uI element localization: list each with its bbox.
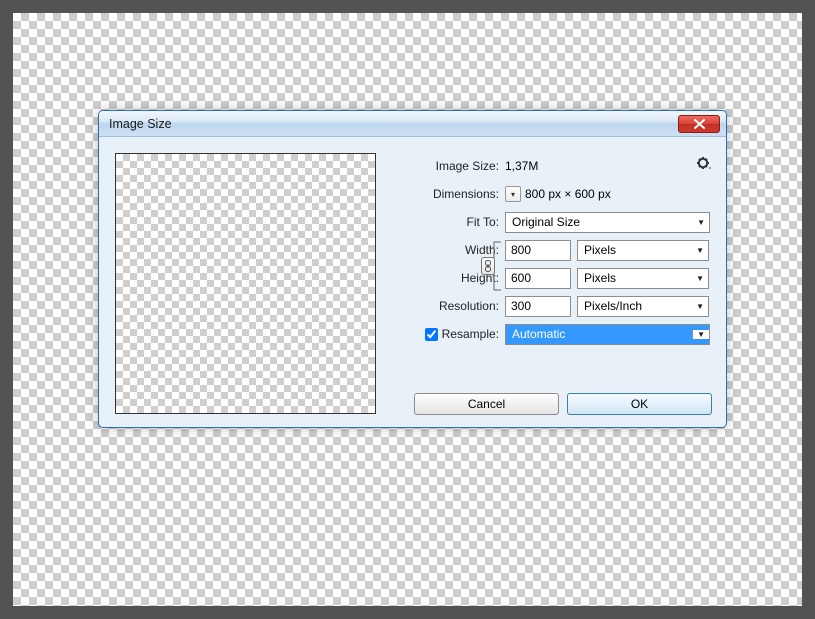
resample-method-value: Automatic [512,327,565,341]
width-unit-value: Pixels [584,243,616,257]
resolution-input[interactable] [505,296,571,317]
dimensions-value: 800 px × 600 px [525,187,611,201]
fit-to-value: Original Size [512,215,580,229]
dialog-title: Image Size [109,117,678,131]
fit-to-label: Fit To: [390,215,505,229]
dimensions-unit-dropdown[interactable]: ▾ [505,186,521,202]
chevron-down-icon: ▼ [692,330,709,339]
resolution-unit-value: Pixels/Inch [584,299,642,313]
chevron-down-icon: ▼ [692,302,704,311]
dimensions-label: Dimensions: [390,187,505,201]
resolution-row: Resolution: Pixels/Inch ▼ [390,295,712,317]
chevron-down-icon: ▼ [692,246,704,255]
fit-to-row: Fit To: Original Size ▼ [390,211,712,233]
ok-button[interactable]: OK [567,393,712,415]
constrain-proportions-toggle[interactable] [481,257,495,275]
height-unit-select[interactable]: Pixels ▼ [577,268,709,289]
image-size-dialog: Image Size [98,110,727,428]
dimensions-row: Dimensions: ▾ 800 px × 600 px [390,183,712,205]
image-size-row: Image Size: 1,37M [390,155,712,177]
width-row: Width: Pixels ▼ [390,239,712,261]
resolution-unit-select[interactable]: Pixels/Inch ▼ [577,296,709,317]
resample-checkbox[interactable] [425,328,438,341]
chevron-down-icon: ▼ [692,274,704,283]
chevron-down-icon: ▼ [693,218,705,227]
cancel-button[interactable]: Cancel [414,393,559,415]
image-preview [115,153,376,414]
resample-row: Resample: Automatic ▼ [390,323,712,345]
width-unit-select[interactable]: Pixels ▼ [577,240,709,261]
resample-method-select[interactable]: Automatic ▼ [505,324,710,345]
image-size-value: 1,37M [505,159,538,173]
resample-label: Resample: [442,327,499,341]
height-row: Height: Pixels ▼ [390,267,712,289]
height-unit-value: Pixels [584,271,616,285]
gear-icon [696,155,712,171]
image-size-label: Image Size: [390,159,505,173]
resolution-label: Resolution: [390,299,505,313]
close-button[interactable] [678,115,720,133]
dialog-titlebar[interactable]: Image Size [99,111,726,137]
close-icon [694,119,705,129]
settings-gear-button[interactable] [696,155,712,171]
height-input[interactable] [505,268,571,289]
chain-link-icon [484,260,492,272]
width-input[interactable] [505,240,571,261]
fit-to-select[interactable]: Original Size ▼ [505,212,710,233]
image-size-form: Image Size: 1,37M Dimensions: ▾ 800 px ×… [390,153,712,415]
